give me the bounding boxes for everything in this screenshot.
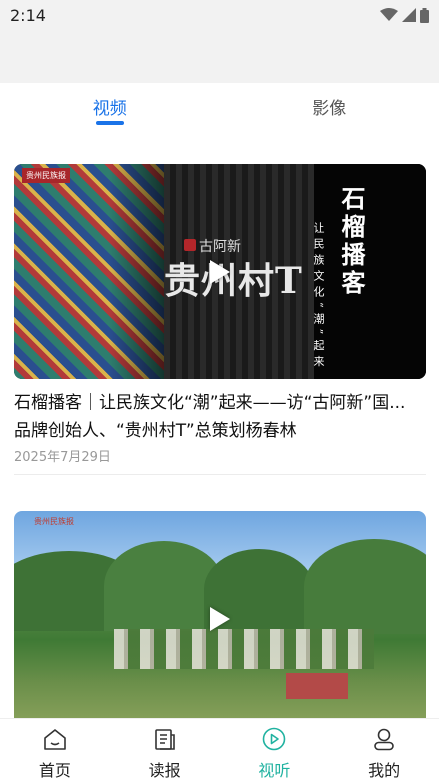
- newspaper-logo: 贵州民族报: [34, 516, 74, 527]
- nav-media-label: 视听: [258, 757, 290, 781]
- play-icon[interactable]: [210, 260, 230, 284]
- newspaper-icon: [152, 727, 178, 751]
- video-feed[interactable]: 贵州民族报 古阿新 贵州村T 让民族文化“潮”起来 石榴播客 石榴播客｜让民族文…: [0, 133, 439, 718]
- nav-newspaper-label: 读报: [149, 757, 181, 781]
- video-title-line2: 品牌创始人、“贵州村T”总策划杨春林: [14, 421, 297, 441]
- signal-icon: [402, 8, 416, 22]
- tab-bar: 视频 影像: [0, 83, 439, 133]
- thumbnail-calligraphy-main: 贵州村T: [164, 252, 303, 304]
- nav-newspaper[interactable]: 读报: [110, 719, 220, 780]
- header-area: [0, 30, 439, 83]
- play-icon[interactable]: [210, 607, 230, 631]
- video-date: 2025年7月29日: [14, 446, 426, 465]
- seal-mark: [184, 239, 196, 251]
- bottom-nav: 首页 读报 视听 我的: [0, 718, 439, 780]
- battery-icon: [420, 8, 429, 23]
- newspaper-logo: 贵州民族报: [22, 168, 70, 183]
- tab-video[interactable]: 视频: [0, 83, 220, 133]
- hill: [304, 539, 426, 634]
- thumbnail-vertical-title: 石榴播客: [334, 186, 369, 298]
- red-building: [286, 673, 348, 699]
- nav-home-label: 首页: [39, 757, 71, 781]
- nav-profile-label: 我的: [368, 757, 400, 781]
- tab-active-indicator: [96, 121, 124, 125]
- tab-video-label: 视频: [93, 99, 127, 119]
- wifi-icon: [380, 8, 398, 22]
- divider: [14, 474, 426, 475]
- status-icons: [380, 8, 429, 23]
- tab-images-label: 影像: [312, 99, 346, 119]
- home-icon: [42, 727, 68, 751]
- video-thumbnail[interactable]: 贵州民族报: [14, 511, 426, 718]
- user-icon: [371, 727, 397, 751]
- thumbnail-vertical-subtitle: 让民族文化“潮”起来: [310, 222, 326, 371]
- thumbnail-panel: [314, 164, 426, 379]
- video-card[interactable]: 贵州民族报: [14, 511, 426, 718]
- video-thumbnail[interactable]: 贵州民族报 古阿新 贵州村T 让民族文化“潮”起来 石榴播客: [14, 164, 426, 379]
- tab-images[interactable]: 影像: [220, 83, 439, 133]
- video-title[interactable]: 石榴播客｜让民族文化“潮”起来——访“古阿新”国... 品牌创始人、“贵州村T”…: [14, 389, 426, 445]
- status-time: 2:14: [10, 6, 46, 25]
- status-bar: 2:14: [0, 0, 439, 30]
- village: [114, 629, 374, 669]
- video-card[interactable]: 贵州民族报 古阿新 贵州村T 让民族文化“潮”起来 石榴播客 石榴播客｜让民族文…: [14, 164, 426, 465]
- nav-profile[interactable]: 我的: [329, 719, 439, 780]
- play-circle-icon: [261, 727, 287, 751]
- nav-home[interactable]: 首页: [0, 719, 110, 780]
- video-title-line1: 石榴播客｜让民族文化“潮”起来——访“古阿新”国...: [14, 389, 426, 417]
- nav-media[interactable]: 视听: [220, 719, 330, 780]
